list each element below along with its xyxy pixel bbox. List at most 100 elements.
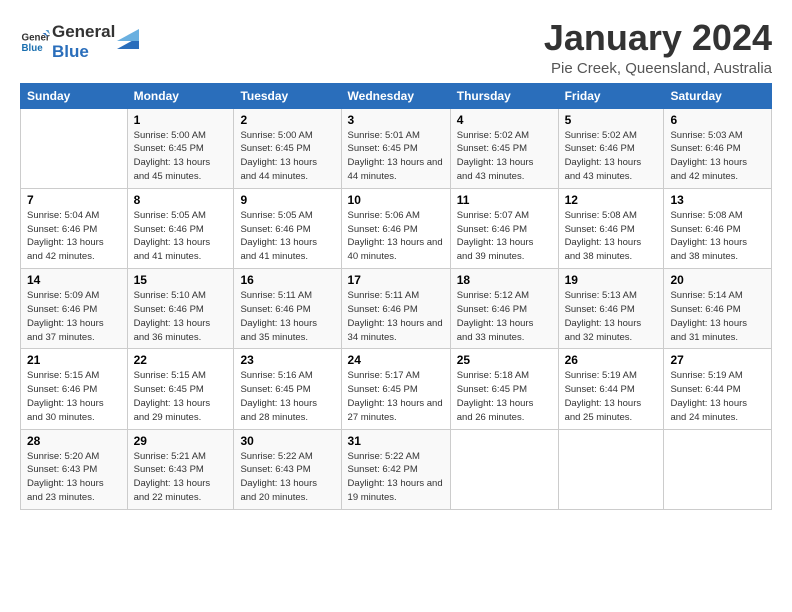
calendar-cell: 21 Sunrise: 5:15 AMSunset: 6:46 PMDaylig… (21, 349, 128, 429)
day-number: 15 (134, 273, 228, 287)
day-info: Sunrise: 5:18 AMSunset: 6:45 PMDaylight:… (457, 370, 534, 422)
logo-triangle-icon (117, 27, 139, 49)
day-info: Sunrise: 5:06 AMSunset: 6:46 PMDaylight:… (348, 210, 443, 262)
day-number: 29 (134, 434, 228, 448)
day-info: Sunrise: 5:03 AMSunset: 6:46 PMDaylight:… (670, 130, 747, 182)
header-day: Wednesday (341, 83, 450, 108)
calendar-cell: 16 Sunrise: 5:11 AMSunset: 6:46 PMDaylig… (234, 269, 341, 349)
calendar-cell: 3 Sunrise: 5:01 AMSunset: 6:45 PMDayligh… (341, 108, 450, 188)
day-info: Sunrise: 5:21 AMSunset: 6:43 PMDaylight:… (134, 451, 211, 503)
day-number: 23 (240, 353, 334, 367)
day-info: Sunrise: 5:20 AMSunset: 6:43 PMDaylight:… (27, 451, 104, 503)
day-number: 8 (134, 193, 228, 207)
day-info: Sunrise: 5:15 AMSunset: 6:45 PMDaylight:… (134, 370, 211, 422)
day-number: 25 (457, 353, 552, 367)
day-number: 7 (27, 193, 121, 207)
calendar-cell: 9 Sunrise: 5:05 AMSunset: 6:46 PMDayligh… (234, 188, 341, 268)
header-day: Tuesday (234, 83, 341, 108)
calendar-week-row: 28 Sunrise: 5:20 AMSunset: 6:43 PMDaylig… (21, 429, 772, 509)
header-day: Sunday (21, 83, 128, 108)
location: Pie Creek, Queensland, Australia (544, 60, 772, 77)
calendar-table: SundayMondayTuesdayWednesdayThursdayFrid… (20, 83, 772, 510)
day-number: 12 (565, 193, 658, 207)
calendar-cell: 25 Sunrise: 5:18 AMSunset: 6:45 PMDaylig… (450, 349, 558, 429)
day-info: Sunrise: 5:15 AMSunset: 6:46 PMDaylight:… (27, 370, 104, 422)
calendar-week-row: 14 Sunrise: 5:09 AMSunset: 6:46 PMDaylig… (21, 269, 772, 349)
calendar-cell: 12 Sunrise: 5:08 AMSunset: 6:46 PMDaylig… (558, 188, 664, 268)
day-number: 30 (240, 434, 334, 448)
day-number: 16 (240, 273, 334, 287)
day-number: 17 (348, 273, 444, 287)
calendar-cell: 23 Sunrise: 5:16 AMSunset: 6:45 PMDaylig… (234, 349, 341, 429)
calendar-cell (450, 429, 558, 509)
calendar-cell: 14 Sunrise: 5:09 AMSunset: 6:46 PMDaylig… (21, 269, 128, 349)
day-number: 2 (240, 113, 334, 127)
calendar-cell: 5 Sunrise: 5:02 AMSunset: 6:46 PMDayligh… (558, 108, 664, 188)
day-info: Sunrise: 5:11 AMSunset: 6:46 PMDaylight:… (348, 290, 443, 342)
day-info: Sunrise: 5:16 AMSunset: 6:45 PMDaylight:… (240, 370, 317, 422)
day-info: Sunrise: 5:05 AMSunset: 6:46 PMDaylight:… (134, 210, 211, 262)
day-number: 14 (27, 273, 121, 287)
logo-line2: Blue (52, 42, 115, 62)
day-info: Sunrise: 5:12 AMSunset: 6:46 PMDaylight:… (457, 290, 534, 342)
day-info: Sunrise: 5:10 AMSunset: 6:46 PMDaylight:… (134, 290, 211, 342)
header-day: Thursday (450, 83, 558, 108)
calendar-cell: 22 Sunrise: 5:15 AMSunset: 6:45 PMDaylig… (127, 349, 234, 429)
day-info: Sunrise: 5:04 AMSunset: 6:46 PMDaylight:… (27, 210, 104, 262)
calendar-cell: 26 Sunrise: 5:19 AMSunset: 6:44 PMDaylig… (558, 349, 664, 429)
title-section: January 2024 Pie Creek, Queensland, Aust… (544, 18, 772, 77)
calendar-cell (21, 108, 128, 188)
calendar-cell: 27 Sunrise: 5:19 AMSunset: 6:44 PMDaylig… (664, 349, 772, 429)
header: General Blue General Blue January 2024 P… (20, 18, 772, 77)
day-number: 13 (670, 193, 765, 207)
day-number: 10 (348, 193, 444, 207)
calendar-cell: 28 Sunrise: 5:20 AMSunset: 6:43 PMDaylig… (21, 429, 128, 509)
day-info: Sunrise: 5:09 AMSunset: 6:46 PMDaylight:… (27, 290, 104, 342)
day-info: Sunrise: 5:02 AMSunset: 6:46 PMDaylight:… (565, 130, 642, 182)
logo-line1: General (52, 22, 115, 42)
calendar-week-row: 1 Sunrise: 5:00 AMSunset: 6:45 PMDayligh… (21, 108, 772, 188)
calendar-cell: 4 Sunrise: 5:02 AMSunset: 6:45 PMDayligh… (450, 108, 558, 188)
day-number: 3 (348, 113, 444, 127)
day-number: 26 (565, 353, 658, 367)
day-info: Sunrise: 5:05 AMSunset: 6:46 PMDaylight:… (240, 210, 317, 262)
calendar-cell: 7 Sunrise: 5:04 AMSunset: 6:46 PMDayligh… (21, 188, 128, 268)
day-info: Sunrise: 5:08 AMSunset: 6:46 PMDaylight:… (670, 210, 747, 262)
day-info: Sunrise: 5:00 AMSunset: 6:45 PMDaylight:… (134, 130, 211, 182)
calendar-cell: 19 Sunrise: 5:13 AMSunset: 6:46 PMDaylig… (558, 269, 664, 349)
day-info: Sunrise: 5:00 AMSunset: 6:45 PMDaylight:… (240, 130, 317, 182)
header-day: Monday (127, 83, 234, 108)
day-info: Sunrise: 5:08 AMSunset: 6:46 PMDaylight:… (565, 210, 642, 262)
calendar-cell: 10 Sunrise: 5:06 AMSunset: 6:46 PMDaylig… (341, 188, 450, 268)
day-info: Sunrise: 5:11 AMSunset: 6:46 PMDaylight:… (240, 290, 317, 342)
calendar-cell: 24 Sunrise: 5:17 AMSunset: 6:45 PMDaylig… (341, 349, 450, 429)
day-info: Sunrise: 5:14 AMSunset: 6:46 PMDaylight:… (670, 290, 747, 342)
calendar-cell: 20 Sunrise: 5:14 AMSunset: 6:46 PMDaylig… (664, 269, 772, 349)
day-number: 31 (348, 434, 444, 448)
header-row: SundayMondayTuesdayWednesdayThursdayFrid… (21, 83, 772, 108)
calendar-cell: 8 Sunrise: 5:05 AMSunset: 6:46 PMDayligh… (127, 188, 234, 268)
calendar-cell: 30 Sunrise: 5:22 AMSunset: 6:43 PMDaylig… (234, 429, 341, 509)
day-info: Sunrise: 5:22 AMSunset: 6:43 PMDaylight:… (240, 451, 317, 503)
calendar-cell: 13 Sunrise: 5:08 AMSunset: 6:46 PMDaylig… (664, 188, 772, 268)
calendar-cell: 1 Sunrise: 5:00 AMSunset: 6:45 PMDayligh… (127, 108, 234, 188)
calendar-cell (558, 429, 664, 509)
day-number: 20 (670, 273, 765, 287)
day-number: 21 (27, 353, 121, 367)
calendar-cell: 6 Sunrise: 5:03 AMSunset: 6:46 PMDayligh… (664, 108, 772, 188)
day-info: Sunrise: 5:17 AMSunset: 6:45 PMDaylight:… (348, 370, 443, 422)
day-info: Sunrise: 5:22 AMSunset: 6:42 PMDaylight:… (348, 451, 443, 503)
header-day: Saturday (664, 83, 772, 108)
calendar-cell: 17 Sunrise: 5:11 AMSunset: 6:46 PMDaylig… (341, 269, 450, 349)
day-number: 22 (134, 353, 228, 367)
day-number: 18 (457, 273, 552, 287)
day-number: 9 (240, 193, 334, 207)
day-number: 5 (565, 113, 658, 127)
day-info: Sunrise: 5:13 AMSunset: 6:46 PMDaylight:… (565, 290, 642, 342)
day-number: 28 (27, 434, 121, 448)
calendar-cell: 2 Sunrise: 5:00 AMSunset: 6:45 PMDayligh… (234, 108, 341, 188)
day-info: Sunrise: 5:01 AMSunset: 6:45 PMDaylight:… (348, 130, 443, 182)
svg-text:Blue: Blue (22, 43, 44, 54)
day-info: Sunrise: 5:19 AMSunset: 6:44 PMDaylight:… (565, 370, 642, 422)
logo: General Blue General Blue (20, 22, 139, 61)
